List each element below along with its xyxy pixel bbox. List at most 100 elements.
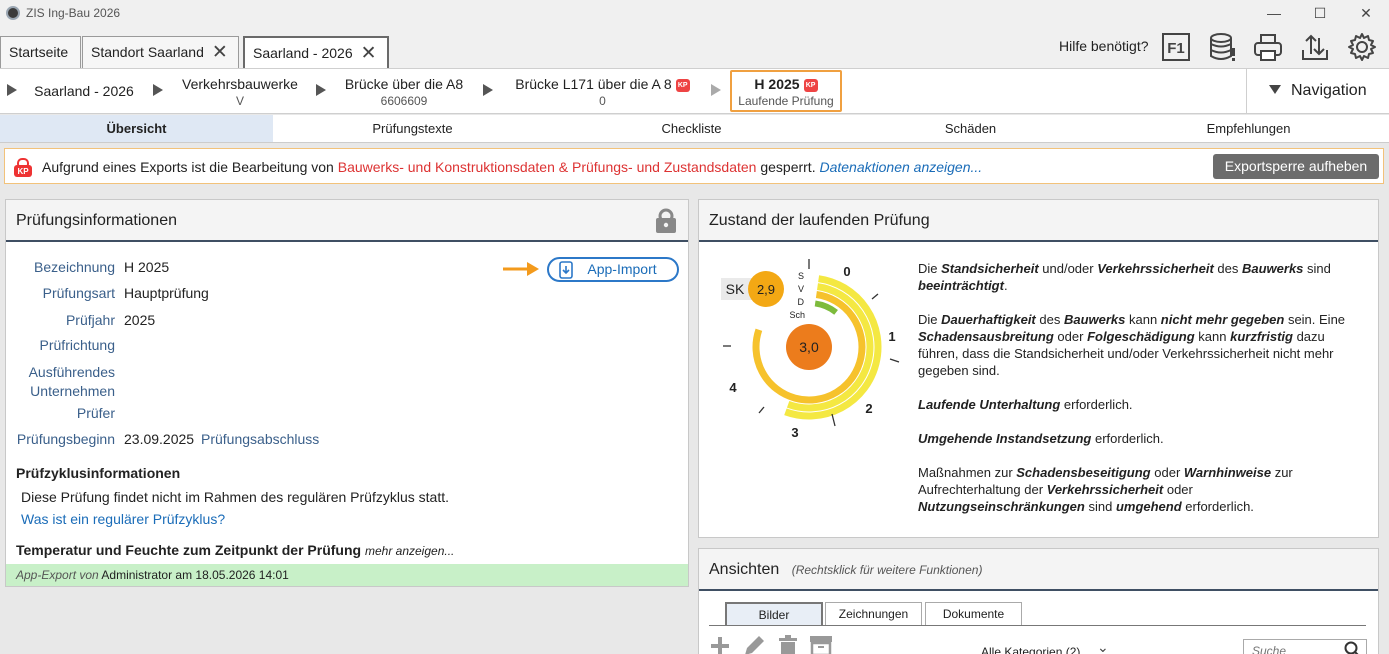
emphasis-text: Warnhinweise bbox=[1183, 465, 1272, 480]
maximize-button[interactable]: ☐ bbox=[1297, 2, 1343, 24]
emphasis-text: umgehend bbox=[1115, 499, 1182, 514]
breadcrumb-arrow-icon bbox=[711, 84, 721, 96]
tab-pruefungstexte[interactable]: Prüfungstexte bbox=[276, 115, 549, 142]
emphasis-text: Dauerhaftigkeit bbox=[941, 312, 1036, 327]
print-icon[interactable] bbox=[1253, 32, 1283, 62]
breadcrumb-item[interactable]: Saarland - 2026 bbox=[28, 69, 140, 113]
field-value: H 2025 bbox=[124, 259, 170, 275]
add-icon[interactable] bbox=[709, 635, 731, 654]
emphasis-text: beeinträchtigt bbox=[918, 278, 1004, 293]
tab-schaeden[interactable]: Schäden bbox=[834, 115, 1107, 142]
tab-saarland-2026[interactable]: Saarland - 2026 ✕ bbox=[243, 36, 389, 69]
description-paragraph: Umgehende Instandsetzung erforderlich. bbox=[918, 430, 1363, 447]
breadcrumb-arrow-icon bbox=[483, 84, 493, 96]
emphasis-text: Standsicherheit bbox=[941, 261, 1039, 276]
data-actions-link[interactable]: Datenaktionen anzeigen... bbox=[819, 159, 982, 175]
tab-startseite[interactable]: Startseite bbox=[0, 36, 81, 68]
category-select[interactable]: Alle Kategorien (2) bbox=[981, 645, 1080, 654]
tab-zeichnungen[interactable]: Zeichnungen bbox=[825, 602, 922, 626]
chevron-down-icon[interactable]: ⌄ bbox=[1097, 639, 1109, 654]
description-paragraph: Die Dauerhaftigkeit des Bauwerks kann ni… bbox=[918, 311, 1363, 379]
temperatur-section: Temperatur und Feuchte zum Zeitpunkt der… bbox=[16, 542, 455, 558]
plain-text: oder bbox=[1163, 482, 1193, 497]
ansichten-panel: Ansichten (Rechtsklick für weitere Funkt… bbox=[698, 548, 1379, 654]
breadcrumb-current[interactable]: H 2025 KP Laufende Prüfung bbox=[730, 70, 842, 112]
description-paragraph: Laufende Unterhaltung erforderlich. bbox=[918, 396, 1363, 413]
plain-text: erforderlich. bbox=[1060, 397, 1133, 412]
plain-text: und/oder bbox=[1038, 261, 1098, 276]
emphasis-text: Schadensausbreitung bbox=[918, 329, 1054, 344]
field-value: 2025 bbox=[124, 312, 156, 328]
zyklus-title: Prüfzyklusinformationen bbox=[16, 465, 181, 481]
breadcrumb-item[interactable]: Verkehrsbauwerke V bbox=[172, 69, 308, 113]
navigation-button[interactable]: Navigation bbox=[1246, 69, 1389, 113]
arc-label-sch: Sch bbox=[789, 310, 805, 320]
tab-checkliste[interactable]: Checkliste bbox=[555, 115, 828, 142]
lock-kp-icon: KP bbox=[14, 158, 32, 177]
scale-label: 3 bbox=[791, 425, 798, 440]
tab-bilder[interactable]: Bilder bbox=[725, 602, 823, 626]
sk-label: SK bbox=[726, 281, 745, 297]
emphasis-text: nicht mehr gegeben bbox=[1160, 312, 1285, 327]
plain-text: oder bbox=[1053, 329, 1088, 344]
panel-title: Zustand der laufenden Prüfung bbox=[699, 200, 1378, 242]
database-icon[interactable] bbox=[1208, 32, 1238, 62]
plain-text: Maßnahmen zur bbox=[918, 465, 1017, 480]
plain-text: . bbox=[1003, 278, 1008, 293]
field-value: 23.09.2025 bbox=[124, 431, 195, 447]
device-import-icon bbox=[559, 261, 573, 279]
close-window-button[interactable]: ✕ bbox=[1343, 2, 1389, 24]
close-tab-icon[interactable]: ✕ bbox=[212, 42, 228, 63]
export-lock-alert: KP Aufgrund eines Exports ist die Bearbe… bbox=[4, 148, 1384, 184]
document-tab-bar: Startseite Standort Saarland ✕ Saarland -… bbox=[0, 26, 1389, 69]
edit-icon[interactable] bbox=[741, 635, 765, 654]
emphasis-text: Verkehrssicherheit bbox=[1046, 482, 1164, 497]
window-title: ZIS Ing-Bau 2026 bbox=[26, 6, 121, 20]
export-icon[interactable] bbox=[1300, 32, 1330, 62]
svg-text:KP: KP bbox=[17, 167, 29, 176]
scale-label: 4 bbox=[729, 380, 737, 395]
arc-label-s: S bbox=[798, 271, 804, 281]
show-more-link[interactable]: mehr anzeigen... bbox=[365, 544, 454, 558]
settings-icon[interactable] bbox=[1347, 32, 1377, 62]
arc-labels: S V D Sch bbox=[789, 271, 805, 320]
plain-text: des bbox=[1213, 261, 1242, 276]
breadcrumb-item[interactable]: Brücke über die A8 6606609 bbox=[336, 69, 472, 113]
delete-icon[interactable] bbox=[777, 635, 799, 654]
panel-title-row: Ansichten (Rechtsklick für weitere Funkt… bbox=[699, 549, 1378, 591]
emphasis-text: Laufende Unterhaltung bbox=[918, 397, 1061, 412]
zyklus-info-link[interactable]: Was ist ein regulärer Prüfzyklus? bbox=[21, 511, 225, 527]
emphasis-text: Umgehende Instandsetzung bbox=[918, 431, 1092, 446]
plain-text: oder bbox=[1150, 465, 1184, 480]
description-paragraph: Maßnahmen zur Schadensbeseitigung oder W… bbox=[918, 464, 1363, 515]
title-bar: ZIS Ing-Bau 2026 — ☐ ✕ bbox=[0, 0, 1389, 26]
tab-standort-saarland[interactable]: Standort Saarland ✕ bbox=[82, 36, 239, 68]
close-tab-icon[interactable]: ✕ bbox=[361, 43, 377, 64]
help-f1-icon[interactable]: F1 bbox=[1161, 32, 1191, 62]
minimize-button[interactable]: — bbox=[1251, 2, 1297, 24]
plain-text: des bbox=[1035, 312, 1064, 327]
emphasis-text: Folgeschädigung bbox=[1087, 329, 1195, 344]
tab-uebersicht[interactable]: Übersicht bbox=[0, 115, 273, 142]
emphasis-text: Verkehrssicherheit bbox=[1097, 261, 1214, 276]
field-label: Bezeichnung bbox=[34, 259, 115, 275]
field-value: Hauptprüfung bbox=[124, 285, 209, 301]
emphasis-text: kurzfristig bbox=[1230, 329, 1293, 344]
tab-dokumente[interactable]: Dokumente bbox=[925, 602, 1022, 626]
plain-text: sind bbox=[1084, 499, 1116, 514]
scale-label: 0 bbox=[843, 264, 850, 279]
field-label: Prüfrichtung bbox=[39, 337, 115, 353]
zyklus-text: Diese Prüfung findet nicht im Rahmen des… bbox=[21, 489, 449, 505]
alert-message: Aufgrund eines Exports ist die Bearbeitu… bbox=[42, 159, 983, 175]
app-import-button[interactable]: App-Import bbox=[547, 257, 679, 282]
emphasis-text: Schadensbeseitigung bbox=[1016, 465, 1151, 480]
breadcrumb-item[interactable]: Brücke L171 über die A 8 KP 0 bbox=[500, 69, 705, 113]
lift-export-lock-button[interactable]: Exportsperre aufheben bbox=[1213, 154, 1379, 179]
field-label: Prüfungsbeginn bbox=[16, 431, 115, 447]
scale-label: 2 bbox=[865, 401, 872, 416]
tab-empfehlungen[interactable]: Empfehlungen bbox=[1112, 115, 1385, 142]
archive-icon[interactable] bbox=[809, 635, 833, 654]
panel-hint: (Rechtsklick für weitere Funktionen) bbox=[791, 563, 983, 577]
panel-title: Prüfungsinformationen bbox=[6, 200, 688, 242]
sk-value: 2,9 bbox=[757, 282, 775, 297]
